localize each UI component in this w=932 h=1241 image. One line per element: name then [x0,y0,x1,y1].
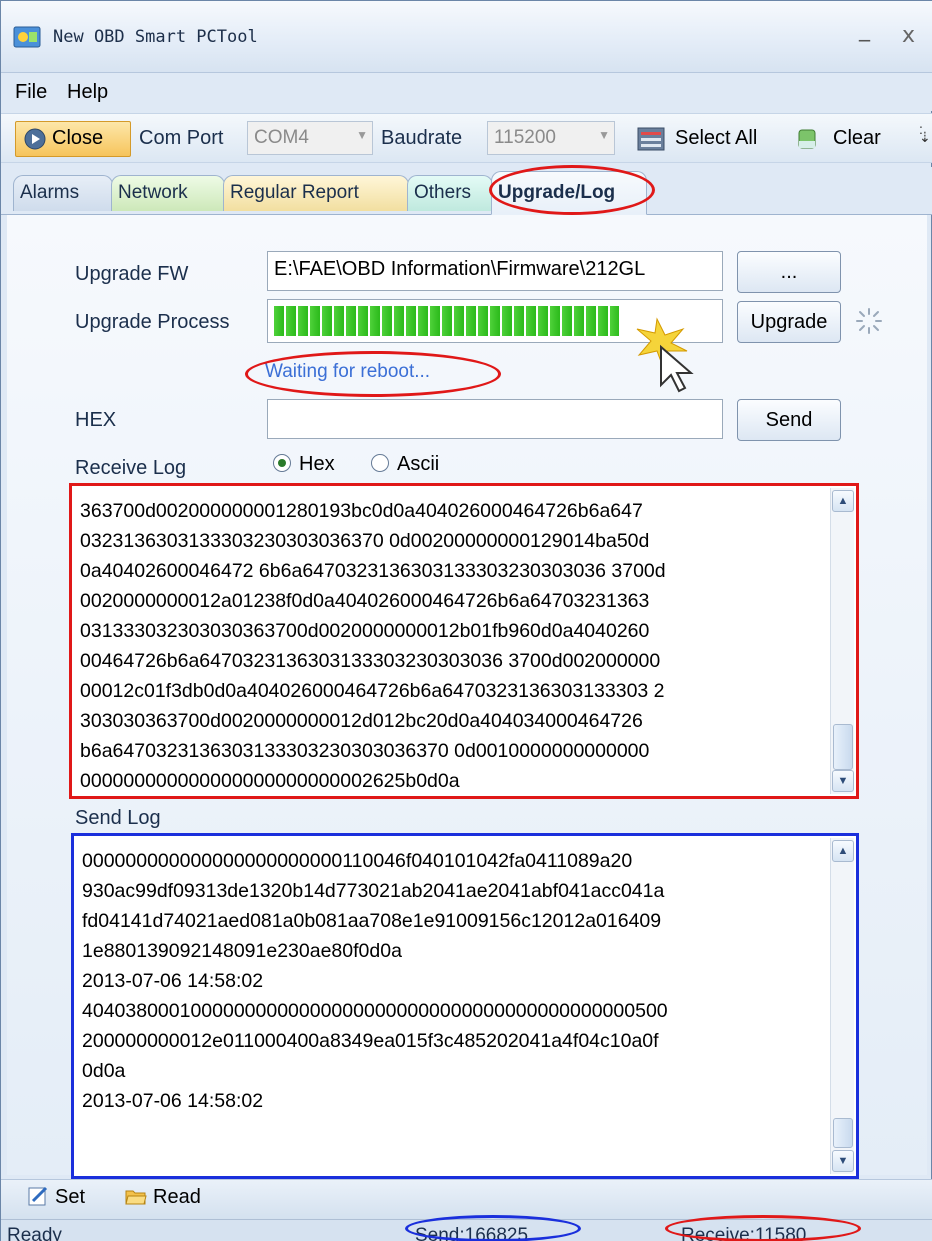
app-window: New OBD Smart PCTool _ x File Help Close… [0,0,932,1241]
send-log-label: Send Log [75,807,161,829]
clear-label: Clear [833,127,881,149]
chevron-down-icon: ▼ [598,128,610,142]
scroll-up-icon[interactable]: ▲ [832,840,854,862]
radio-ascii[interactable]: Ascii [371,453,439,476]
power-icon [24,128,46,150]
send-log-box[interactable]: 000000000000000000000000110046f040101042… [71,833,859,1179]
tab-alarms[interactable]: Alarms [13,175,113,211]
send-button[interactable]: Send [737,399,841,441]
send-log-scrollbar[interactable]: ▲ ▼ [830,838,854,1174]
scroll-thumb[interactable] [833,1118,853,1148]
log-line: 00012c01f3db0d0a404026000464726b6a647032… [80,680,665,702]
com-port-select[interactable]: COM4 ▼ [247,121,373,155]
log-line: 930ac99df09313de1320b14d773021ab2041ae20… [82,880,665,902]
radio-hex-label: Hex [299,453,335,475]
tab-regular-report[interactable]: Regular Report [223,175,409,211]
log-line: 031333032303030363700d0020000000012b01fb… [80,620,650,642]
status-send-count: Send:166825 [415,1225,529,1241]
log-line: 000000000000000000000000002625b0d0a [80,770,460,792]
upgrade-process-label: Upgrade Process [75,311,230,333]
log-line: 0020000000012a01238f0d0a404026000464726b… [80,590,650,612]
tab-upgrade-log[interactable]: Upgrade/Log [491,171,647,215]
log-line: 0a40402600046472 6b6a6470323136303133303… [80,560,666,582]
menu-file[interactable]: File [15,81,47,104]
folder-open-icon [125,1190,147,1205]
read-button[interactable]: Read [125,1185,201,1209]
set-button[interactable]: Set [27,1185,85,1209]
window-close-button[interactable]: x [902,23,915,48]
log-line: 2013-07-06 14:58:02 [82,970,264,992]
browse-button[interactable]: ... [737,251,841,293]
log-line: 200000000012e011000400a8349ea015f3c48520… [82,1030,659,1052]
scroll-down-icon[interactable]: ▼ [832,1150,854,1172]
close-port-label: Close [52,127,104,149]
close-port-button[interactable]: Close [15,121,131,157]
edit-icon [28,1186,48,1206]
upgrade-fw-label: Upgrade FW [75,263,189,285]
window-title: New OBD Smart PCTool [53,27,258,47]
minimize-button[interactable]: _ [859,17,870,42]
set-label: Set [55,1186,86,1208]
log-line: 0323136303133303230303036370 0d002000000… [80,530,650,552]
receive-log-scrollbar[interactable]: ▲ ▼ [830,488,854,794]
log-line: fd04141d74021aed081a0b081aa708e1e9100915… [82,910,662,932]
firmware-path-input[interactable]: E:\FAE\OBD Information\Firmware\212GL [267,251,723,291]
log-line: 1e880139092148091e230ae80f0d0a [82,940,402,962]
baudrate-label: Baudrate [381,127,463,149]
log-line: 2013-07-06 14:58:02 [82,1090,264,1112]
select-all-label: Select All [675,127,758,149]
upgrade-status-text: Waiting for reboot... [265,361,431,382]
progress-fill [274,306,619,336]
upgrade-button[interactable]: Upgrade [737,301,841,343]
cursor-click-icon [636,317,694,393]
log-line: 4040380001000000000000000000000000000000… [82,1000,668,1022]
status-ready: Ready [7,1225,62,1241]
com-port-label: Com Port [139,127,224,149]
tab-network[interactable]: Network [111,175,225,211]
baudrate-select[interactable]: 115200 ▼ [487,121,615,155]
scroll-down-icon[interactable]: ▼ [832,770,854,792]
clear-button[interactable]: Clear [795,121,903,157]
baudrate-value: 115200 [494,127,556,148]
log-line: b6a6470323136303133303230303036370 0d001… [80,740,650,762]
app-icon [13,26,41,48]
tab-others[interactable]: Others [407,175,493,211]
radio-ascii-label: Ascii [397,453,440,475]
menu-help[interactable]: Help [67,81,108,104]
log-line: 0d0a [82,1060,126,1082]
log-line: 363700d002000000001280193bc0d0a404026000… [80,500,643,522]
toolbar-overflow-icon[interactable]: : ⇣ [919,122,931,144]
radio-unselected-icon [371,454,389,472]
select-all-button[interactable]: Select All [637,121,787,157]
radio-hex[interactable]: Hex [273,453,335,476]
log-line: 000000000000000000000000110046f040101042… [82,850,633,872]
log-line: 303030363700d0020000000012d012bc20d0a404… [80,710,643,732]
eraser-icon [798,129,816,149]
read-label: Read [153,1186,201,1208]
send-log-lines: 000000000000000000000000110046f040101042… [82,846,826,1116]
menu-bar [1,73,932,111]
receive-log-box[interactable]: 363700d002000000001280193bc0d0a404026000… [69,483,859,799]
list-icon [637,127,665,151]
scroll-thumb[interactable] [833,724,853,770]
scroll-up-icon[interactable]: ▲ [832,490,854,512]
hex-input[interactable] [267,399,723,439]
log-line: 00464726b6a6470323136303133303230303036 … [80,650,661,672]
chevron-down-icon: ▼ [356,128,368,142]
com-port-value: COM4 [254,127,309,148]
loading-spinner-icon [856,308,882,334]
hex-label: HEX [75,409,117,431]
receive-log-lines: 363700d002000000001280193bc0d0a404026000… [80,496,826,796]
status-receive-count: Receive:11580 [681,1225,807,1241]
radio-selected-icon [273,454,291,472]
receive-log-label: Receive Log [75,457,187,479]
